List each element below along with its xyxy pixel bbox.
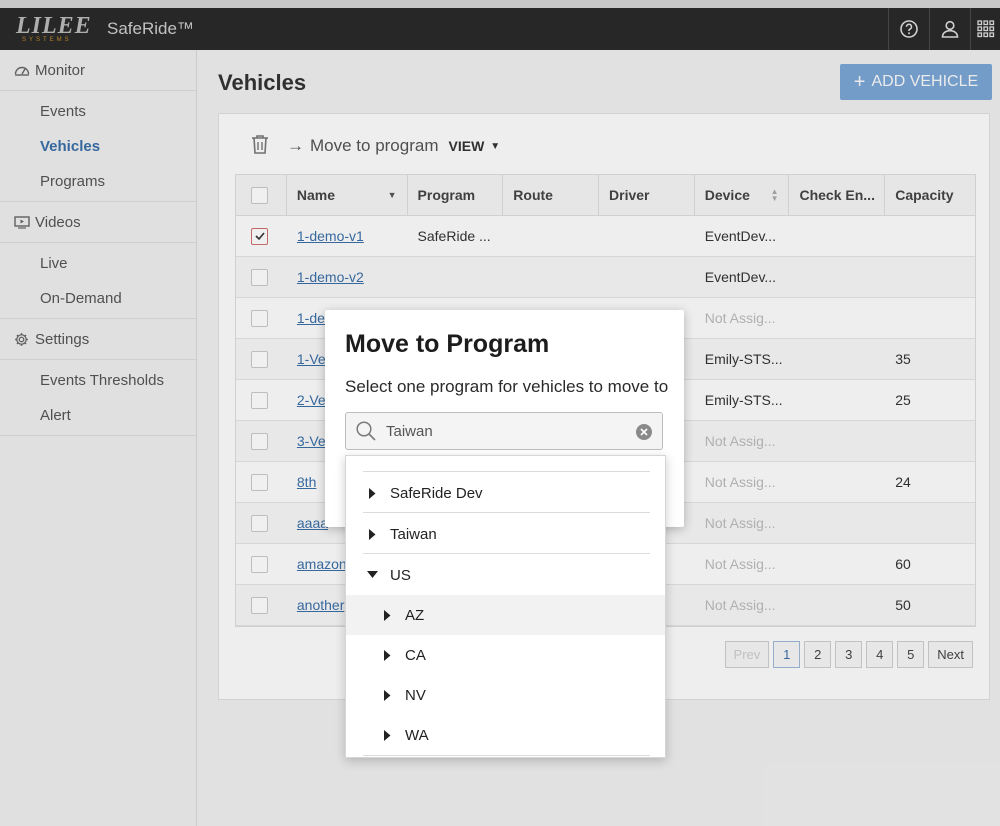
program-tree-label: NV (405, 686, 426, 704)
program-search-field[interactable] (345, 412, 663, 450)
divider (363, 755, 650, 756)
program-tree-item[interactable]: NV (346, 675, 665, 715)
search-icon (355, 420, 377, 442)
caret-right-icon[interactable] (366, 487, 378, 499)
caret-down-icon[interactable] (366, 571, 378, 579)
clear-search-icon[interactable] (636, 424, 652, 440)
program-tree-label: AZ (405, 606, 425, 624)
program-search-input[interactable] (386, 422, 626, 440)
program-tree-item[interactable]: WA (346, 715, 665, 755)
caret-right-icon[interactable] (366, 528, 378, 540)
program-tree-item[interactable]: SafeRide Dev (346, 473, 665, 513)
program-tree-dropdown: SafeRide Dev Taiwan US AZ CA NV WA (345, 455, 666, 758)
program-tree-label: Taiwan (390, 525, 437, 543)
modal-subtitle: Select one program for vehicles to move … (345, 377, 669, 396)
program-tree-label: SafeRide Dev (390, 484, 483, 502)
caret-right-icon[interactable] (381, 729, 393, 741)
program-tree-item[interactable]: US (346, 555, 665, 595)
caret-right-icon[interactable] (381, 649, 393, 661)
caret-right-icon[interactable] (381, 609, 393, 621)
program-tree-item[interactable]: Taiwan (346, 514, 665, 554)
modal-title: Move to Program (345, 330, 550, 358)
program-tree-item[interactable]: CA (346, 635, 665, 675)
program-tree-label: CA (405, 646, 426, 664)
caret-right-icon[interactable] (381, 689, 393, 701)
divider (363, 471, 650, 472)
program-tree-item[interactable]: AZ (346, 595, 665, 635)
program-tree-label: US (390, 566, 411, 584)
program-tree-label: WA (405, 726, 429, 744)
